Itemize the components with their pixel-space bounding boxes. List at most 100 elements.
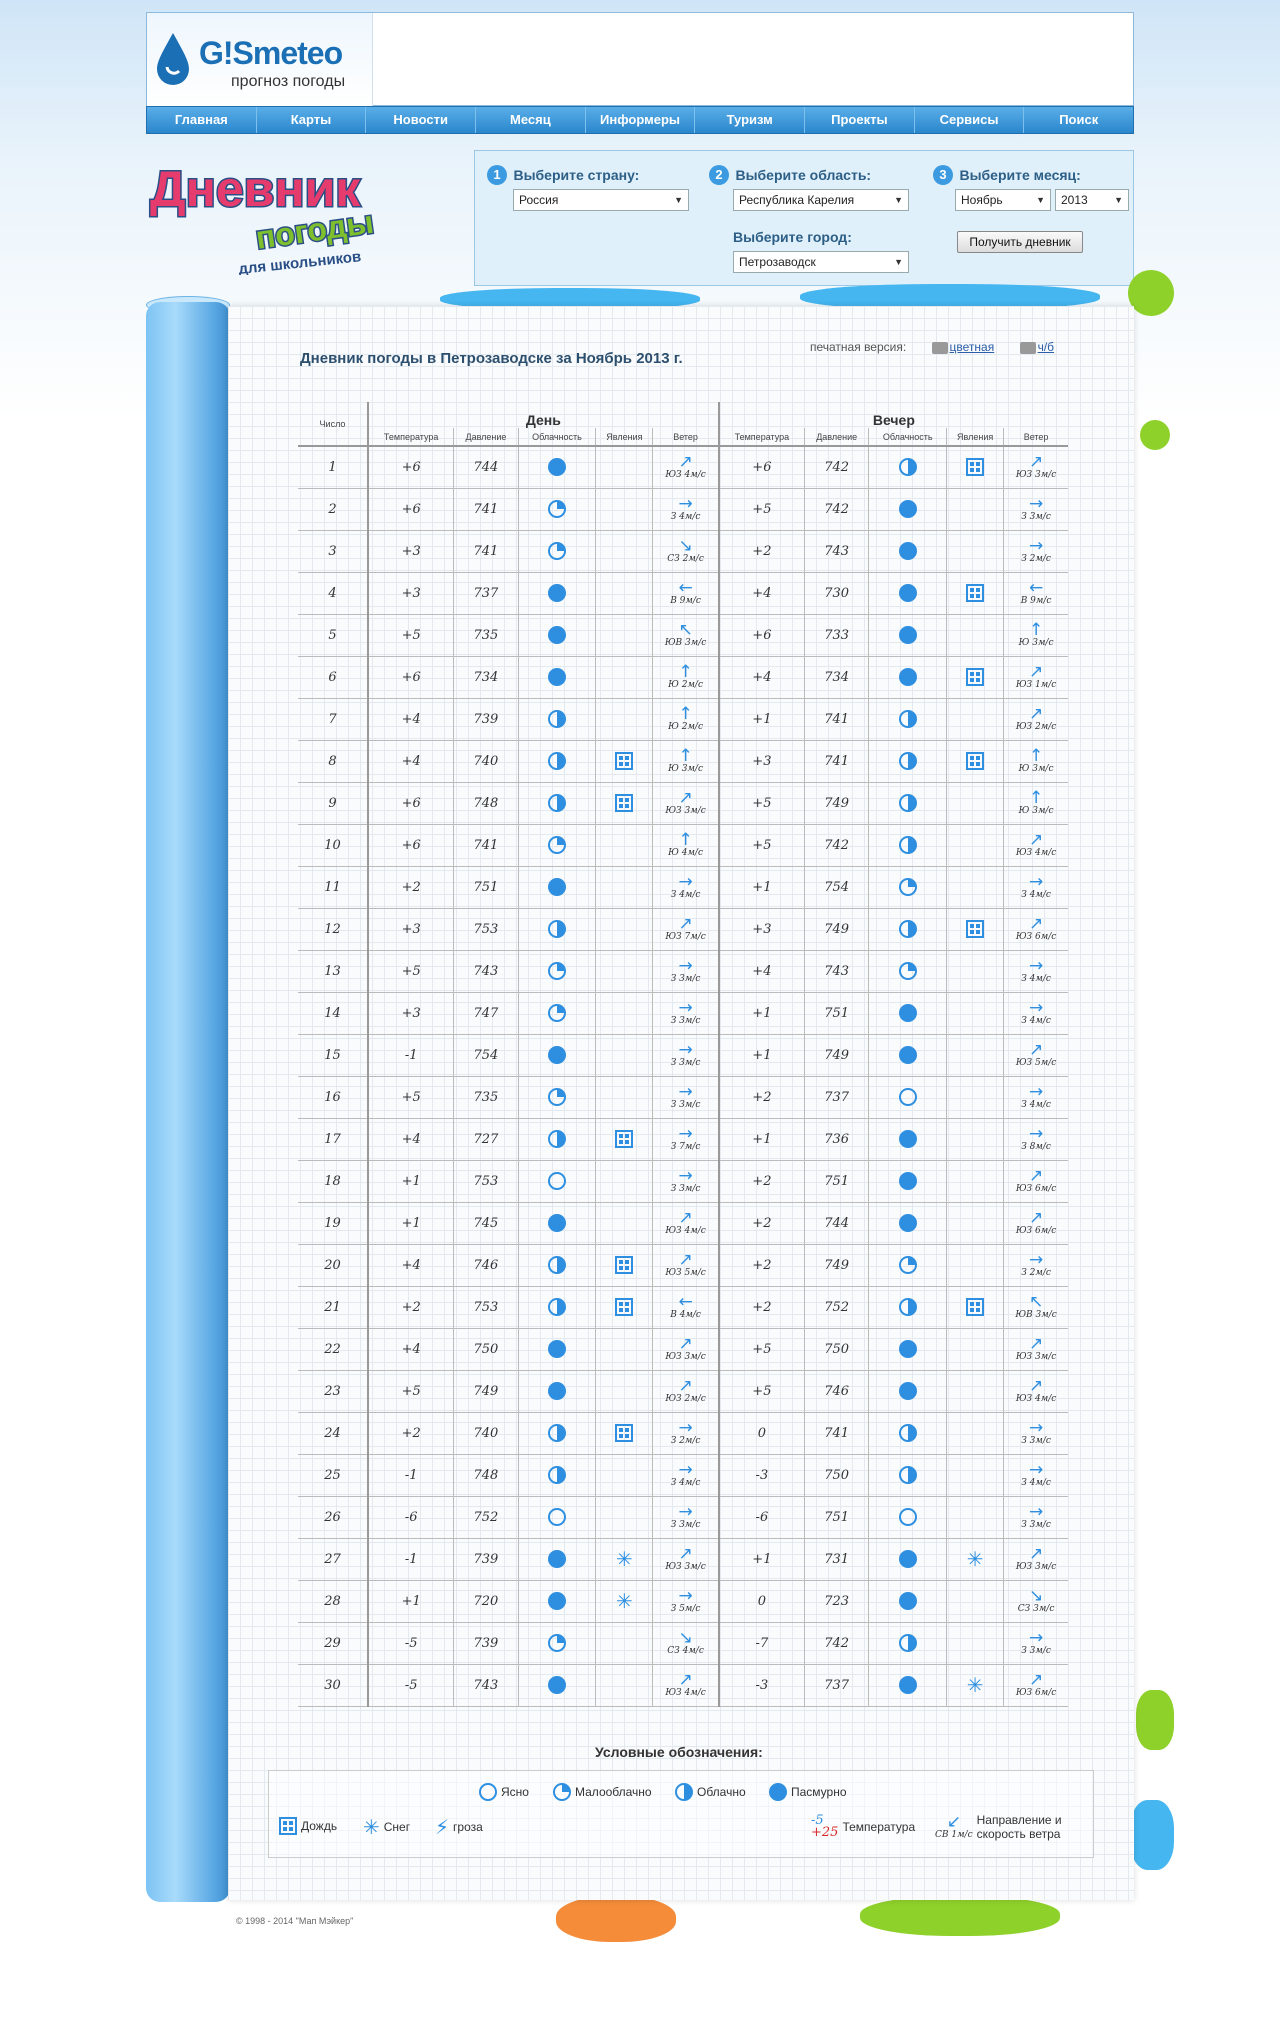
day-cell: 21 [298,1286,368,1329]
wind-value: ЮЗ 2м/с [1015,721,1057,732]
wind-value: ЮЗ 6м/с [1015,1225,1057,1236]
phenomena-cell [946,1454,1004,1497]
month-select[interactable]: Ноябрь [955,189,1051,211]
table-row: 14 +3 747 → З 3м/с +1 751 → З 4м/с [298,992,1068,1035]
temperature-cell: +6 [367,824,454,867]
cloudy-icon [898,710,917,728]
temperature-cell: +5 [367,614,454,657]
legend-wind: ↙ СВ 1м/с Направление и скорость ветра [935,1813,1073,1841]
legend-temp-pos: +25 [811,1825,839,1840]
pressure-cell: 733 [804,614,869,657]
cloud-cell [868,656,947,699]
nav-item-home[interactable]: Главная [147,107,257,133]
pressure-cell: 727 [453,1118,519,1161]
wind-east-arrow-icon: → [678,1459,693,1480]
country-select[interactable]: Россия [513,189,689,211]
temperature-cell: +4 [717,950,805,993]
phenomena-cell [946,1244,1004,1287]
cloud-cell [517,1160,596,1203]
nav-item-services[interactable]: Сервисы [915,107,1025,133]
day-cell: 8 [298,740,368,783]
wind-north-arrow-icon: ↑ [1028,787,1044,808]
print-color-link[interactable]: цветная [950,340,995,354]
phenomena-cell [595,740,653,783]
temperature-cell: -7 [717,1622,805,1665]
wind-west-arrow-icon: ← [678,1291,693,1312]
phenomena-cell [946,950,1004,993]
cloud-cell [868,908,947,951]
wind-north-arrow-icon: ↑ [1028,619,1044,640]
logo-subtitle: прогноз погоды [231,73,346,90]
day-cell: 4 [298,572,368,615]
table-row: 13 +5 743 → З 3м/с +4 743 → З 4м/с [298,950,1068,993]
wind-cell: ↑ Ю 3м/с [652,740,719,783]
print-bw-link[interactable]: ч/б [1038,340,1054,354]
nav-item-maps[interactable]: Карты [257,107,367,133]
wind-value: В 9м/с [1020,595,1052,606]
day-cell: 23 [298,1370,368,1413]
overcast-icon [898,1214,917,1232]
cloud-cell [517,1244,596,1287]
overcast-icon [898,1592,917,1610]
nav-item-projects[interactable]: Проекты [805,107,915,133]
wind-northeast-arrow-icon: ↗ [1028,1669,1044,1690]
phenomena-cell [946,1160,1004,1203]
pressure-cell: 744 [804,1202,869,1245]
pressure-cell: 739 [453,698,519,741]
wind-value: З 3м/с [1021,1519,1051,1530]
phenomena-cell [595,1412,653,1455]
wind-north-arrow-icon: ↑ [678,829,693,850]
city-label: Выберите город: [733,229,852,245]
cloud-cell [517,1664,596,1707]
cloud-cell [868,1034,947,1077]
temperature-cell: -6 [367,1496,454,1539]
day-cell: 29 [298,1622,368,1665]
get-diary-button[interactable]: Получить дневник [957,231,1083,253]
cloudy-icon [898,1634,917,1652]
wind-cell: ↗ ЮЗ 4м/с [1003,1370,1068,1413]
gismeteo-logo[interactable]: G!Smeteo прогноз погоды [147,13,373,107]
cloud-cell [868,1160,947,1203]
cloud-cell [868,1118,947,1161]
nav-item-tourism[interactable]: Туризм [695,107,806,133]
cloud-cell [868,1622,947,1665]
wind-value: СЗ 4м/с [667,1645,704,1656]
year-select[interactable]: 2013 [1055,189,1129,211]
phenomena-cell [595,1076,653,1119]
col-cloud-header: Облачность [517,428,596,447]
nav-item-search[interactable]: Поиск [1024,107,1133,133]
city-select[interactable]: Петрозаводск [733,251,909,273]
cloud-cell [517,530,596,573]
diary-logo-line3: для школьников [238,248,362,275]
table-row: 29 -5 739 ↘ СЗ 4м/с -7 742 → З 3м/с [298,1622,1068,1665]
region-select[interactable]: Республика Карелия [733,189,909,211]
wind-east-arrow-icon: → [1028,955,1044,976]
legend-half-label: Облачно [697,1785,746,1799]
rain-icon [279,1817,297,1835]
wind-value: З 2м/с [1021,553,1051,564]
nav-item-month[interactable]: Месяц [476,107,586,133]
diary-logo[interactable]: Дневник погоды для школьников [146,150,446,276]
temperature-cell: +5 [717,488,805,531]
few-clouds-icon [547,1634,566,1652]
nav-item-news[interactable]: Новости [366,107,477,133]
wind-value: З 7м/с [670,1141,701,1152]
nav-item-informers[interactable]: Информеры [586,107,696,133]
table-row: 25 -1 748 → З 4м/с -3 750 → З 4м/с [298,1454,1068,1497]
wind-value: В 4м/с [670,1309,701,1320]
temperature-cell: 0 [717,1412,805,1455]
wind-value: Ю 3м/с [1018,805,1054,816]
overcast-icon [547,1592,566,1610]
col-wind-header: Ветер [652,428,719,447]
wind-cell: → З 5м/с [652,1580,719,1623]
pressure-cell: 742 [804,824,869,867]
overcast-icon [898,1046,917,1064]
wind-value: Ю 2м/с [668,679,703,690]
cloud-cell [517,1580,596,1623]
wind-value: ЮЗ 4м/с [1015,1393,1057,1404]
clear-sky-icon [479,1783,497,1801]
main-nav: Главная Карты Новости Месяц Информеры Ту… [146,106,1134,134]
table-row: 27 -1 739 ✳ ↗ ЮЗ 3м/с +1 731 ✳ ↗ ЮЗ 3м/с [298,1538,1068,1581]
cloud-cell [517,950,596,993]
cloud-cell [517,1370,596,1413]
